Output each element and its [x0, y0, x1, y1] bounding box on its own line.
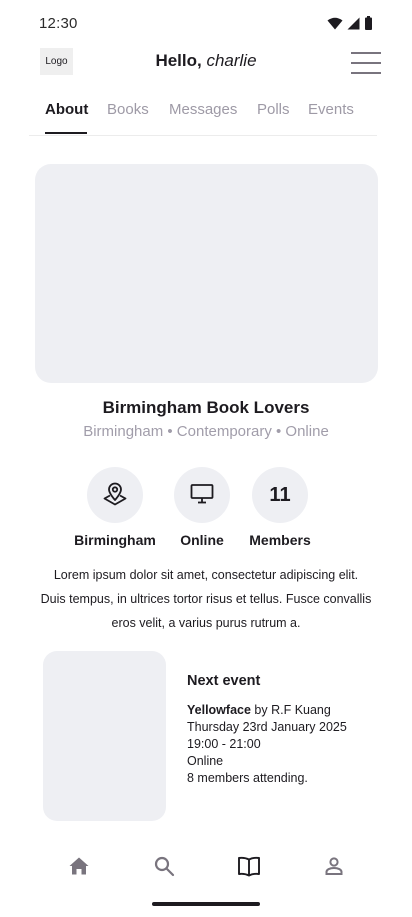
event-time: 19:00 - 21:00	[187, 737, 261, 751]
members-count: 11	[269, 483, 291, 506]
battery-icon	[364, 16, 373, 35]
bottom-navigation	[0, 848, 412, 884]
event-book-author: by R.F Kuang	[250, 703, 331, 717]
user-name: charlie	[206, 51, 257, 70]
wifi-icon	[327, 17, 343, 35]
app-header: Logo Hello, charlie	[0, 46, 412, 78]
club-meta: Birmingham • Contemporary • Online	[83, 423, 329, 440]
event-book-line: Yellowface by R.F Kuang	[187, 702, 387, 719]
event-attending: 8 members attending.	[187, 771, 308, 785]
event-date: Thursday 23rd January 2025	[187, 720, 347, 734]
stat-label: Birmingham	[74, 532, 156, 548]
status-bar: 12:30	[0, 0, 412, 46]
event-location: Online	[187, 754, 224, 768]
search-icon[interactable]	[150, 852, 178, 880]
club-name: Birmingham Book Lovers	[102, 398, 310, 417]
tab-bar: About Books Messages Polls Events	[29, 90, 377, 136]
location-pin-icon	[101, 479, 129, 512]
hamburger-menu-icon[interactable]	[351, 52, 381, 74]
profile-icon[interactable]	[320, 852, 348, 880]
active-tab-indicator	[45, 132, 87, 134]
home-indicator[interactable]	[152, 902, 260, 906]
greeting-prefix: Hello,	[155, 51, 207, 70]
tab-about[interactable]: About	[45, 101, 88, 118]
event-book-cover[interactable]	[43, 651, 166, 821]
stat-location: Birmingham	[65, 467, 165, 548]
tab-books[interactable]: Books	[107, 101, 149, 118]
next-event-heading: Next event	[187, 673, 261, 689]
club-description: Lorem ipsum dolor sit amet, consectetur …	[40, 568, 372, 630]
tab-polls[interactable]: Polls	[257, 101, 290, 118]
club-cover-image	[35, 164, 378, 383]
stat-circle	[87, 467, 143, 523]
event-book-title: Yellowface	[187, 703, 251, 717]
next-event-card[interactable]: Next event Yellowface by R.F Kuang Thurs…	[187, 673, 387, 787]
monitor-icon	[188, 479, 216, 512]
home-icon[interactable]	[65, 852, 93, 880]
status-time: 12:30	[39, 15, 78, 32]
tab-messages[interactable]: Messages	[169, 101, 237, 118]
stat-circle	[174, 467, 230, 523]
stat-circle: 11	[252, 467, 308, 523]
stat-members: 11 Members	[230, 467, 330, 548]
stat-label: Members	[249, 532, 311, 548]
book-icon[interactable]	[235, 852, 263, 880]
status-icons	[327, 16, 373, 35]
cellular-icon	[347, 17, 360, 35]
tab-events[interactable]: Events	[308, 101, 354, 118]
